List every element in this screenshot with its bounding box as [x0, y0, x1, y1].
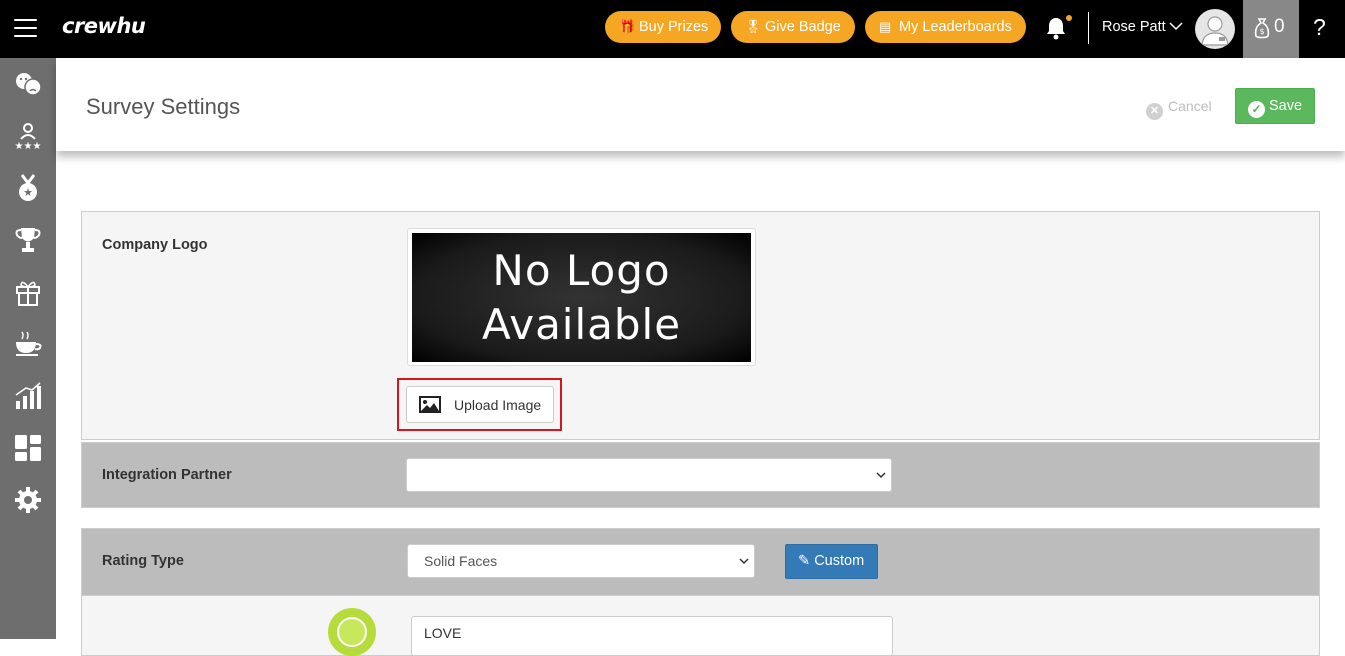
buy-prizes-label: Buy Prizes: [639, 19, 709, 35]
save-button[interactable]: ✓ Save: [1235, 88, 1315, 124]
rating-type-value: Solid Faces: [424, 553, 498, 569]
save-label: Save: [1269, 98, 1303, 114]
gift-icon: 🎁: [619, 19, 636, 34]
sidebar-item-prizes[interactable]: [8, 274, 48, 310]
face-inner: [337, 617, 367, 647]
reports-icon: [15, 382, 41, 409]
my-leaderboards-label: My Leaderboards: [899, 19, 1012, 35]
divider: [1088, 12, 1089, 44]
sidebar-item-reports[interactable]: [8, 378, 48, 414]
chevron-down-icon[interactable]: [1169, 20, 1183, 32]
sidebar-item-trophy[interactable]: [8, 222, 48, 258]
sidebar-item-team[interactable]: ★★★: [8, 118, 48, 154]
hamburger-menu-icon[interactable]: [14, 19, 37, 37]
face-text-input[interactable]: LOVE: [411, 616, 893, 656]
page-title: Survey Settings: [86, 94, 241, 119]
upload-image-button[interactable]: Upload Image: [406, 386, 554, 423]
logo-preview: No Logo Available: [407, 228, 756, 366]
check-icon: ✓: [1248, 101, 1265, 118]
sidebar-item-dashboard[interactable]: [8, 430, 48, 466]
brand-logo[interactable]: crewhu: [62, 14, 146, 38]
settings-icon: [15, 487, 41, 513]
sidebar-item-coffee[interactable]: [8, 326, 48, 362]
integration-partner-label: Integration Partner: [102, 467, 232, 483]
chevron-down-icon: [876, 472, 886, 479]
image-icon: [419, 396, 441, 413]
coffee-icon: [16, 331, 42, 356]
no-logo-image: No Logo Available: [412, 233, 751, 362]
chevron-down-icon: [739, 558, 749, 565]
user-name[interactable]: Rose Patt: [1102, 19, 1166, 35]
rating-type-select[interactable]: Solid Faces: [407, 544, 755, 578]
cancel-button[interactable]: ✕ Cancel: [1146, 98, 1212, 120]
no-logo-line2: Available: [481, 300, 682, 349]
give-badge-label: Give Badge: [765, 19, 841, 35]
give-badge-button[interactable]: 🎖 Give Badge: [731, 11, 855, 43]
custom-label: Custom: [814, 553, 865, 569]
rating-type-section: Rating Type Solid Faces ✎ Custom: [81, 528, 1320, 596]
integration-partner-section: Integration Partner: [81, 442, 1320, 508]
points-balance[interactable]: $ 0: [1243, 0, 1299, 58]
company-logo-section: Company Logo No Logo Available Upload Im…: [81, 211, 1320, 440]
buy-prizes-button[interactable]: 🎁 Buy Prizes: [605, 11, 721, 43]
love-face-icon: [328, 608, 376, 656]
close-icon: ✕: [1146, 103, 1163, 120]
avatar[interactable]: [1195, 9, 1235, 49]
upload-image-label: Upload Image: [454, 397, 542, 413]
notification-bell-icon[interactable]: [1045, 16, 1067, 40]
no-logo-line1: No Logo: [492, 246, 671, 295]
edit-icon: ✎: [798, 553, 811, 569]
svg-text:$: $: [1259, 27, 1264, 36]
upload-highlight: Upload Image: [397, 378, 562, 431]
rating-type-label: Rating Type: [102, 553, 184, 569]
team-icon: ★★★: [15, 123, 42, 151]
badges-icon: ★: [19, 174, 37, 201]
podium-icon: ▤: [879, 19, 892, 34]
notification-dot: [1066, 15, 1072, 21]
svg-text:★: ★: [23, 187, 33, 199]
dashboard-icon: [15, 435, 41, 461]
sidebar-item-badges[interactable]: ★: [8, 170, 48, 206]
help-icon[interactable]: ?: [1313, 14, 1326, 41]
points-value: 0: [1274, 16, 1285, 37]
my-leaderboards-button[interactable]: ▤ My Leaderboards: [865, 11, 1026, 43]
company-logo-label: Company Logo: [102, 237, 208, 253]
integration-partner-select[interactable]: [406, 458, 892, 492]
top-navbar: crewhu 🎁 Buy Prizes 🎖 Give Badge ▤ My Le…: [0, 0, 1345, 58]
sidebar-item-surveys[interactable]: [8, 66, 48, 102]
svg-text:★★★: ★★★: [15, 141, 42, 151]
rating-face-row: LOVE: [81, 596, 1320, 656]
surveys-icon: [16, 73, 42, 96]
sidebar: ★★★ ★: [0, 58, 56, 639]
cancel-label: Cancel: [1168, 98, 1212, 114]
user-avatar-icon: [1201, 16, 1229, 46]
trophy-icon: [15, 228, 41, 252]
sidebar-item-settings[interactable]: [8, 482, 48, 518]
prizes-icon: [16, 281, 40, 306]
money-bag-icon: $: [1254, 18, 1270, 39]
page-header: Survey Settings ✕ Cancel ✓ Save: [56, 58, 1345, 151]
custom-button[interactable]: ✎ Custom: [785, 544, 878, 579]
medal-icon: 🎖: [745, 19, 762, 34]
